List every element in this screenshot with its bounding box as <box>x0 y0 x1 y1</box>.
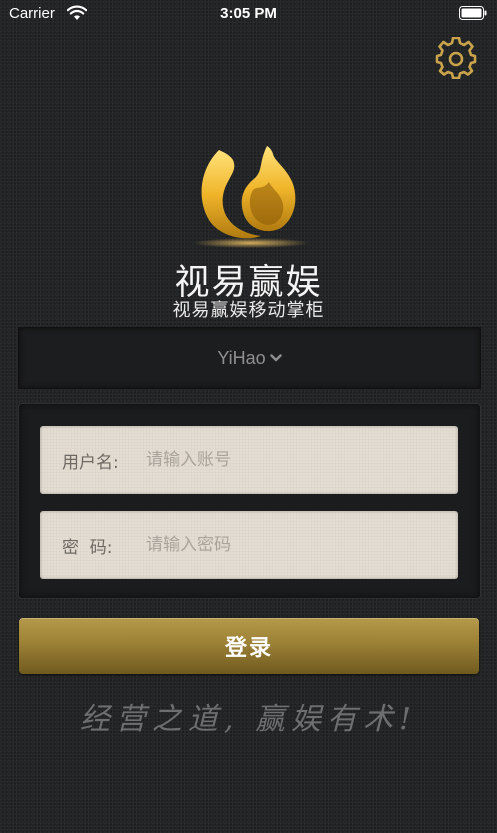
server-dropdown-value: YiHao <box>217 347 266 368</box>
username-field: 用户名: <box>40 425 458 495</box>
password-label: 密 码: <box>62 537 113 558</box>
login-form: 用户名: 密 码: <box>18 403 481 599</box>
status-bar: Carrier 3:05 PM <box>0 0 497 28</box>
chevron-down-icon <box>269 354 282 362</box>
password-input[interactable] <box>144 510 458 580</box>
status-time: 3:05 PM <box>220 5 277 22</box>
slogan-text: 经营之道, 赢娱有术! <box>79 702 418 737</box>
gear-icon <box>435 36 477 80</box>
username-label: 用户名: <box>62 452 119 473</box>
brand-subtitle: 视易赢娱移动掌柜 <box>172 300 325 321</box>
login-button[interactable]: 登录 <box>19 618 479 674</box>
brand-logo <box>0 140 497 260</box>
flame-logo-icon <box>192 146 309 248</box>
settings-button[interactable] <box>435 36 477 80</box>
username-input[interactable] <box>144 425 458 495</box>
battery-icon <box>459 6 487 20</box>
server-dropdown[interactable]: YiHao <box>18 327 481 389</box>
password-field: 密 码: <box>40 510 458 580</box>
